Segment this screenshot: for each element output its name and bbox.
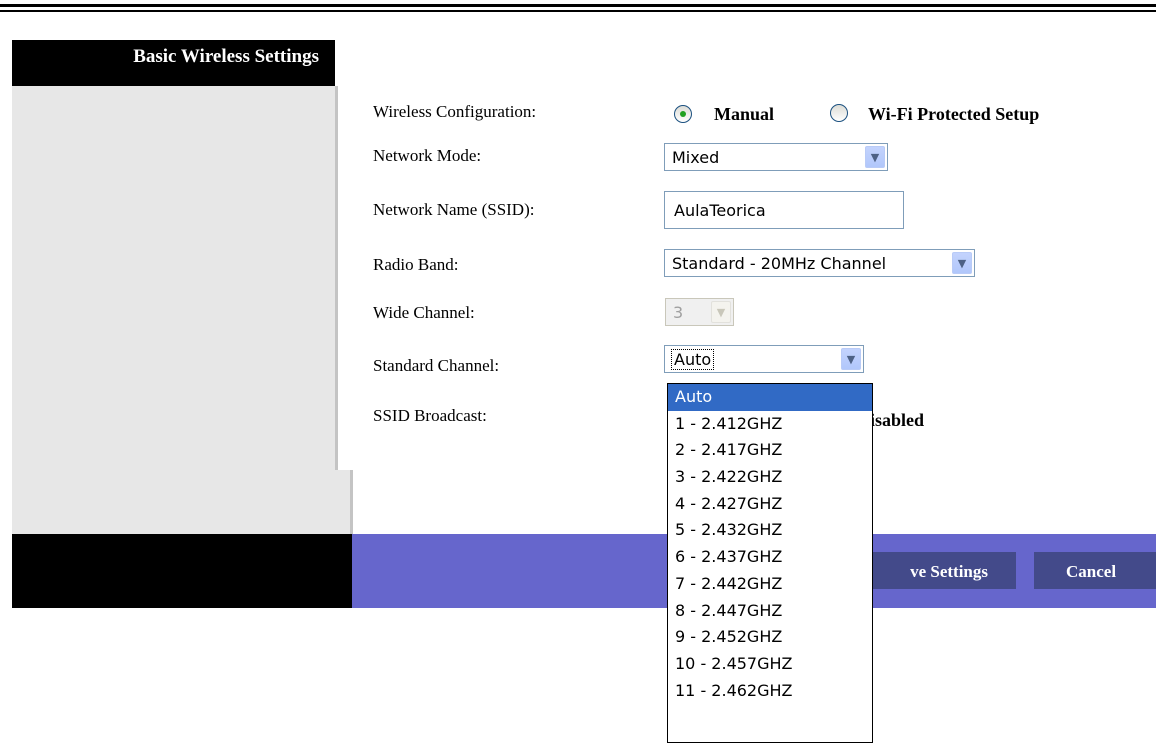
chevron-down-icon[interactable]: ▼ xyxy=(841,348,861,370)
dropdown-option[interactable]: 8 - 2.447GHZ xyxy=(668,598,872,625)
dropdown-option[interactable]: 5 - 2.432GHZ xyxy=(668,517,872,544)
top-rule-thin xyxy=(0,10,1156,12)
sidebar-panel-lower xyxy=(12,470,353,534)
ssid-input[interactable]: AulaTeorica xyxy=(664,191,904,229)
radio-manual[interactable] xyxy=(674,105,692,123)
dropdown-option[interactable]: 4 - 2.427GHZ xyxy=(668,491,872,518)
dropdown-option[interactable]: 10 - 2.457GHZ xyxy=(668,651,872,678)
radio-wps[interactable] xyxy=(830,104,848,122)
dropdown-option[interactable]: 11 - 2.462GHZ xyxy=(668,678,872,705)
dropdown-option[interactable]: 2 - 2.417GHZ xyxy=(668,437,872,464)
dropdown-option[interactable]: 7 - 2.442GHZ xyxy=(668,571,872,598)
ssid-broadcast-label: SSID Broadcast: xyxy=(373,406,487,425)
ssid-label: Network Name (SSID): xyxy=(373,200,535,219)
network-mode-select[interactable]: Mixed ▼ xyxy=(664,143,888,171)
standard-channel-select[interactable]: Auto ▼ xyxy=(664,345,864,373)
ssid-broadcast-disabled-label[interactable]: isabled xyxy=(870,410,924,431)
top-rule xyxy=(0,4,1156,7)
radio-band-value: Standard - 20MHz Channel xyxy=(672,254,887,273)
cancel-button[interactable]: Cancel xyxy=(1034,552,1156,589)
standard-channel-label: Standard Channel: xyxy=(373,356,500,375)
dropdown-option[interactable]: 1 - 2.412GHZ xyxy=(668,411,872,438)
wide-channel-label: Wide Channel: xyxy=(373,303,475,322)
network-mode-label: Network Mode: xyxy=(373,146,482,165)
sidebar-panel xyxy=(12,86,338,472)
wide-channel-select: 3 ▼ xyxy=(665,298,734,326)
chevron-down-icon[interactable]: ▼ xyxy=(865,146,885,168)
dropdown-option[interactable]: Auto xyxy=(668,384,872,411)
standard-channel-dropdown[interactable]: Auto 1 - 2.412GHZ 2 - 2.417GHZ 3 - 2.422… xyxy=(667,383,873,743)
radio-band-select[interactable]: Standard - 20MHz Channel ▼ xyxy=(664,249,975,277)
chevron-down-icon: ▼ xyxy=(711,301,731,323)
chevron-down-icon[interactable]: ▼ xyxy=(952,252,972,274)
dropdown-option[interactable]: 6 - 2.437GHZ xyxy=(668,544,872,571)
radio-manual-label[interactable]: Manual xyxy=(714,104,774,125)
standard-channel-value: Auto xyxy=(670,349,715,370)
section-title: Basic Wireless Settings xyxy=(12,40,335,86)
wide-channel-value: 3 xyxy=(673,303,684,322)
dropdown-option[interactable]: 3 - 2.422GHZ xyxy=(668,464,872,491)
dropdown-option[interactable]: 9 - 2.452GHZ xyxy=(668,624,872,651)
radio-wps-label[interactable]: Wi-Fi Protected Setup xyxy=(868,104,1039,125)
network-mode-value: Mixed xyxy=(672,148,720,167)
radio-band-label: Radio Band: xyxy=(373,255,459,274)
wireless-config-label: Wireless Configuration: xyxy=(373,102,537,121)
footer-left xyxy=(12,534,352,608)
